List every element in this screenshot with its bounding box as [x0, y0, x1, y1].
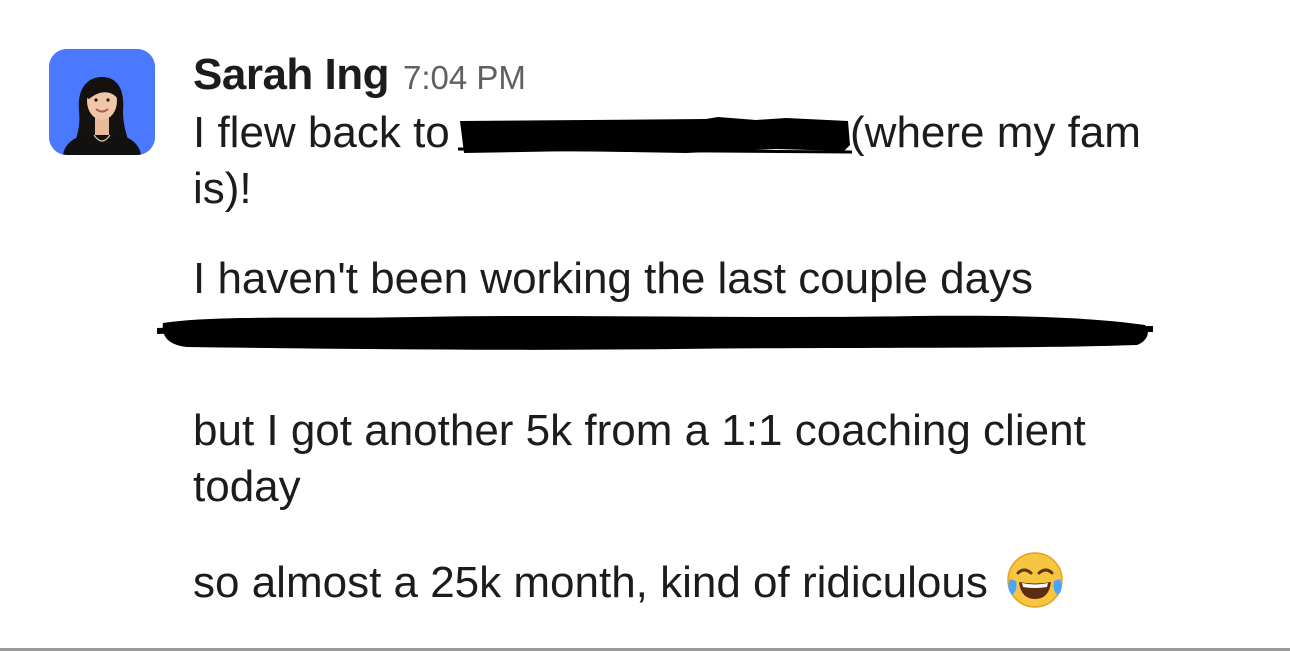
chat-message-view: Sarah Ing 7:04 PM I flew back to (where …: [0, 0, 1290, 651]
message-body: Sarah Ing 7:04 PM I flew back to (where …: [157, 50, 1253, 645]
message-line: so almost a 25k month, kind of ridiculou…: [193, 549, 1253, 611]
message-line: but I got another 5k from a 1:1 coaching…: [193, 406, 1086, 455]
avatar[interactable]: [49, 49, 155, 155]
message-line: I haven't been working the last couple d…: [193, 254, 1034, 303]
redaction-mark: [458, 117, 853, 155]
message-paragraph: so almost a 25k month, kind of ridiculou…: [193, 549, 1253, 611]
message-text: (where my fam: [850, 108, 1141, 157]
message-line: I flew back to (where my fam: [193, 105, 1253, 161]
message-text: I flew back to: [193, 108, 463, 157]
message-paragraph: I haven't been working the last couple d…: [157, 251, 1253, 367]
sender-name[interactable]: Sarah Ing: [193, 50, 390, 100]
message-line: today: [193, 462, 301, 511]
message-paragraph: but I got another 5k from a 1:1 coaching…: [193, 403, 1253, 515]
message-header: Sarah Ing 7:04 PM: [193, 50, 1253, 105]
profile-photo: [49, 49, 155, 155]
message-paragraph: I flew back to (where my fam is)!: [193, 105, 1253, 217]
redaction-mark: [157, 307, 1253, 367]
message-timestamp[interactable]: 7:04 PM: [403, 59, 526, 97]
message-line: is)!: [193, 164, 252, 213]
face-with-tears-of-joy-icon[interactable]: [1004, 549, 1066, 611]
message-text: so almost a 25k month, kind of ridiculou…: [193, 558, 988, 607]
